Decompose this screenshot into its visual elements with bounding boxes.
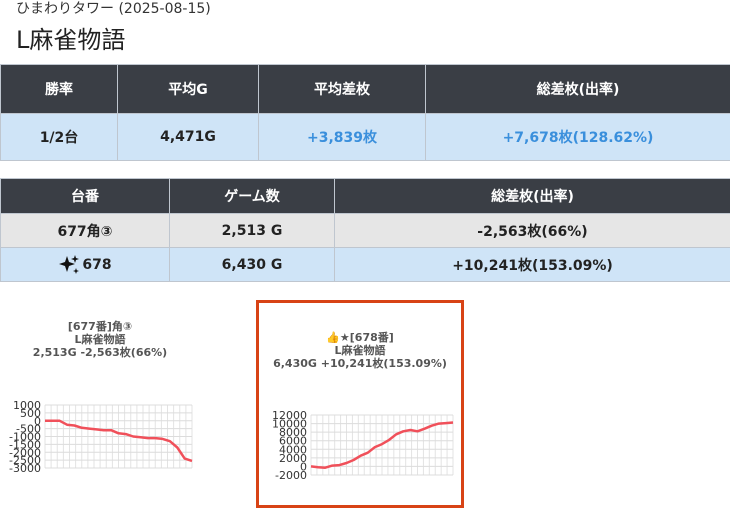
machine-table: 台番 ゲーム数 総差枚(出率) 677角③ 2,513 G -2,563枚(66… <box>0 178 730 282</box>
machine-total-diff: +10,241枚(153.09%) <box>334 247 730 282</box>
machine-header-games: ゲーム数 <box>169 178 335 214</box>
machine-games: 6,430 G <box>169 247 335 282</box>
summary-win-rate: 1/2台 <box>0 113 118 161</box>
chart-title-line: 2,513G -2,563枚(66%) <box>33 345 167 359</box>
machine-header-total-diff: 総差枚(出率) <box>334 178 730 214</box>
summary-table: 勝率 平均G 平均差枚 総差枚(出率) 1/2台 4,471G +3,839枚 … <box>0 64 730 161</box>
table-row[interactable]: 677角③ 2,513 G -2,563枚(66%) <box>0 213 730 248</box>
chart-card-678-selected[interactable]: 👍★[678番] L麻雀物語 6,430G +10,241枚(153.09%) 120… <box>256 300 464 508</box>
page-title: L麻雀物語 <box>16 26 126 54</box>
summary-total-diff: +7,678枚(128.62%) <box>425 113 730 161</box>
chart-title-line: L麻雀物語 <box>334 343 385 357</box>
machine-number: 678 <box>82 256 112 273</box>
table-row[interactable]: 678 6,430 G +10,241枚(153.09%) <box>0 247 730 282</box>
y-tick-label: -2000 <box>275 469 307 482</box>
line-chart-678: 👍★[678番]L麻雀物語6,430G +10,241枚(153.09%)120… <box>272 330 454 482</box>
chart-title-line: 6,430G +10,241枚(153.09%) <box>273 356 447 370</box>
machine-header-row: 台番 ゲーム数 総差枚(出率) <box>0 178 730 214</box>
machine-number-cell: 678 <box>0 247 170 282</box>
summary-header-win-rate: 勝率 <box>0 64 118 114</box>
chart-title-line: L麻雀物語 <box>74 332 125 346</box>
summary-header-avg-games: 平均G <box>117 64 259 114</box>
summary-value-row: 1/2台 4,471G +3,839枚 +7,678枚(128.62%) <box>0 113 730 161</box>
summary-header-total-diff: 総差枚(出率) <box>425 64 730 114</box>
summary-avg-games: 4,471G <box>117 113 259 161</box>
machine-number: 677角③ <box>0 213 170 248</box>
chart-card-677[interactable]: [677番]角③ L麻雀物語 2,513G -2,563枚(66%) 1000 500 0… <box>0 298 200 498</box>
machine-header-number: 台番 <box>0 178 170 214</box>
summary-header-row: 勝率 平均G 平均差枚 総差枚(出率) <box>0 64 730 114</box>
machine-games: 2,513 G <box>169 213 335 248</box>
hall-date-subtitle: ひまわりタワー (2025-08-15) <box>16 1 211 17</box>
summary-avg-diff: +3,839枚 <box>258 113 426 161</box>
sparkle-icon <box>59 254 80 274</box>
machine-total-diff: -2,563枚(66%) <box>334 213 730 248</box>
line-chart-677: [677番]角③L麻雀物語2,513G -2,563枚(66%)10005000… <box>9 319 193 475</box>
chart-title-line: 👍★[678番] <box>326 330 394 344</box>
chart-title-line: [677番]角③ <box>68 319 132 333</box>
y-tick-label: -3000 <box>9 462 41 475</box>
summary-header-avg-diff: 平均差枚 <box>258 64 426 114</box>
